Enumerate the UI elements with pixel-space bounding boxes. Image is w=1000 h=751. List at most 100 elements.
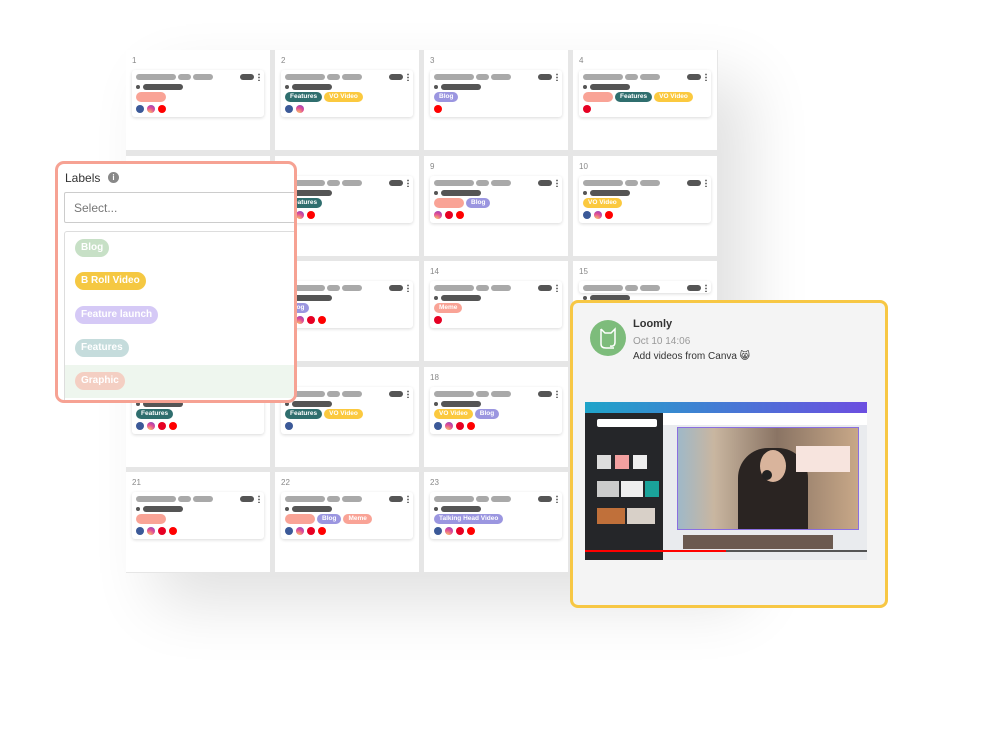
post-card[interactable]: [579, 281, 711, 301]
post-card[interactable]: Features VO Video: [579, 70, 711, 117]
calendar-day-cell[interactable]: 10 VO Video: [573, 155, 717, 256]
placeholder-bar: [640, 285, 660, 291]
facebook-icon: [136, 105, 144, 113]
day-number: 10: [579, 161, 588, 171]
info-icon[interactable]: i: [108, 172, 119, 183]
label-tag: Blog: [317, 514, 342, 524]
calendar-day-cell[interactable]: 9 Blog: [424, 155, 568, 256]
more-options-icon[interactable]: [407, 73, 409, 81]
post-card[interactable]: Features VO Video: [281, 386, 413, 434]
facebook-icon: [434, 527, 442, 535]
video-thumbnail[interactable]: [585, 402, 867, 560]
day-number: 2: [281, 56, 286, 65]
more-options-icon[interactable]: [407, 495, 409, 503]
placeholder-bar: [538, 285, 552, 291]
calendar-day-cell[interactable]: 1: [126, 50, 270, 150]
post-card[interactable]: Blog Meme: [281, 492, 413, 539]
label-tag: Meme: [434, 303, 463, 313]
youtube-icon: [169, 421, 177, 430]
more-options-icon[interactable]: [407, 178, 409, 187]
placeholder-bar: [389, 496, 403, 502]
pinterest-icon: [583, 105, 591, 113]
label-tag: [583, 92, 613, 102]
more-options-icon[interactable]: [258, 73, 260, 81]
instagram-icon: [147, 105, 155, 113]
more-options-icon[interactable]: [556, 73, 558, 81]
more-options-icon[interactable]: [258, 495, 260, 503]
post-card[interactable]: Features VO Video: [281, 70, 413, 117]
post-card[interactable]: VO Video: [579, 175, 711, 223]
post-card[interactable]: Blog: [430, 70, 562, 117]
post-card[interactable]: Features: [281, 175, 413, 223]
placeholder-bar: [342, 179, 362, 186]
placeholder-bar: [342, 285, 362, 291]
label-option[interactable]: Blog: [65, 232, 294, 265]
instagram-icon: [445, 421, 453, 430]
placeholder-bar: [687, 285, 701, 291]
facebook-icon: [285, 527, 293, 535]
status-dot: [434, 190, 438, 195]
label-tag: VO Video: [654, 92, 693, 102]
label-option[interactable]: Features: [65, 332, 294, 365]
status-dot: [434, 296, 438, 300]
placeholder-bar: [342, 390, 362, 397]
editor-topbar: [585, 402, 867, 413]
more-options-icon[interactable]: [407, 389, 409, 398]
facebook-icon: [136, 421, 144, 430]
status-dot: [434, 85, 438, 89]
more-options-icon[interactable]: [556, 389, 558, 398]
instagram-icon: [147, 527, 155, 535]
label-option[interactable]: B Roll Video: [65, 265, 294, 298]
post-card[interactable]: Talking Head Video: [430, 492, 562, 539]
label-tag: Features: [136, 408, 174, 419]
calendar-day-cell[interactable]: 22 Blog Meme: [275, 472, 419, 572]
labels-select-input[interactable]: Select...: [64, 192, 294, 223]
placeholder-bar: [476, 390, 489, 397]
more-options-icon[interactable]: [556, 284, 558, 292]
youtube-icon: [307, 210, 315, 219]
placeholder-bar: [434, 179, 474, 186]
placeholder-bar: [434, 390, 474, 397]
placeholder-bar: [292, 506, 332, 512]
instagram-icon: [594, 210, 602, 219]
calendar-day-cell[interactable]: 21: [126, 472, 270, 572]
calendar-day-cell[interactable]: 18 VO Video Blog: [424, 366, 568, 467]
calendar-day-cell[interactable]: 4 Features VO Video: [573, 50, 717, 150]
placeholder-bar: [441, 295, 481, 301]
placeholder-bar: [389, 285, 403, 291]
more-options-icon[interactable]: [705, 284, 707, 292]
more-options-icon[interactable]: [407, 284, 409, 292]
post-card[interactable]: [132, 70, 264, 117]
status-dot: [583, 85, 587, 89]
post-card[interactable]: Blog: [281, 281, 413, 328]
label-option[interactable]: Feature launch: [65, 299, 294, 332]
label-tag: [434, 197, 464, 208]
post-card[interactable]: [132, 492, 264, 539]
label-tag: Features: [615, 92, 653, 102]
more-options-icon[interactable]: [705, 73, 707, 81]
status-dot: [583, 190, 587, 195]
more-options-icon[interactable]: [705, 178, 707, 187]
calendar-day-cell[interactable]: 2 Features VO Video: [275, 50, 419, 150]
post-card[interactable]: Meme: [430, 281, 562, 328]
placeholder-bar: [538, 390, 552, 397]
placeholder-bar: [434, 74, 474, 80]
day-number: 14: [430, 267, 439, 276]
instagram-icon: [296, 527, 304, 535]
placeholder-bar: [687, 179, 701, 186]
label-option[interactable]: Graphic: [65, 365, 294, 399]
placeholder-bar: [292, 84, 332, 90]
labels-dropdown: Labels i Select... Blog B Roll Video Featu…: [55, 161, 297, 403]
calendar-day-cell[interactable]: 3 Blog: [424, 50, 568, 150]
post-card[interactable]: VO Video Blog: [430, 386, 562, 434]
more-options-icon[interactable]: [556, 495, 558, 503]
calendar-day-cell[interactable]: 14 Meme: [424, 261, 568, 361]
day-number: 4: [579, 56, 584, 65]
editor-side-panel: [585, 413, 663, 560]
video-progress[interactable]: [585, 550, 726, 552]
more-options-icon[interactable]: [556, 178, 558, 187]
calendar-day-cell[interactable]: 23 Talking Head Video: [424, 472, 568, 572]
placeholder-bar: [538, 179, 552, 186]
placeholder-bar: [640, 74, 660, 80]
post-card[interactable]: Blog: [430, 175, 562, 223]
